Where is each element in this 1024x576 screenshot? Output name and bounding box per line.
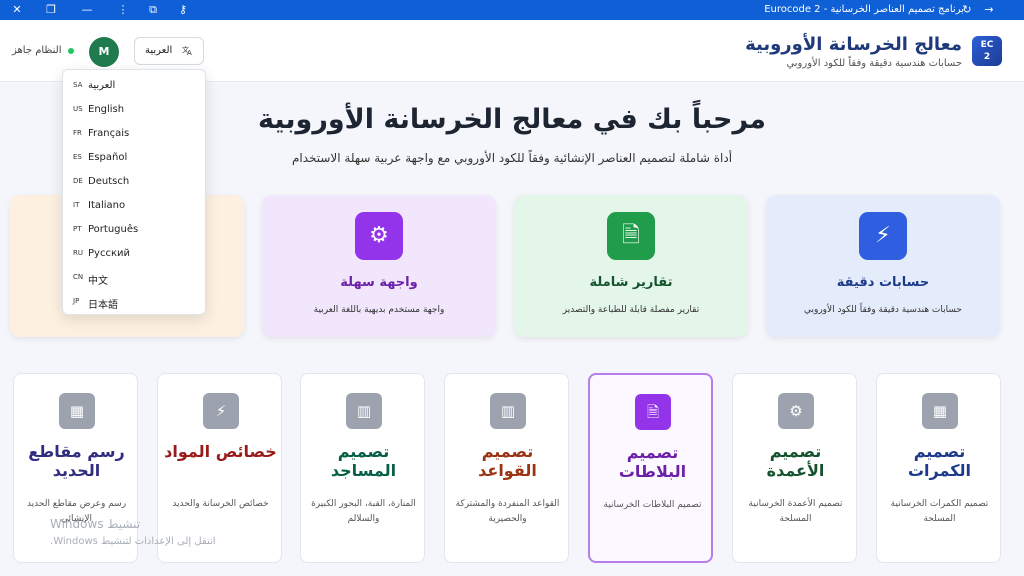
feature-card: ⚙ واجهة سهلة واجهة مستخدم بديهية باللغة ال… <box>262 195 496 337</box>
country-code: FR <box>73 129 82 137</box>
language-name: Italiano <box>88 200 126 211</box>
module-title: رسم مقاطع الحديد <box>28 442 125 480</box>
country-code: RU <box>73 249 83 257</box>
module-title: تصميم البلاطات <box>618 443 687 481</box>
gear-icon: ⚙ <box>778 393 814 429</box>
module-card[interactable]: ⚙ تصميم الأعمدة تصميم الأعمدة الخرسانية ال… <box>732 373 857 563</box>
language-name: العربية <box>88 80 116 91</box>
app-logo: EC 2 <box>972 36 1002 66</box>
minimize-icon[interactable]: — <box>78 2 96 18</box>
feature-title: تقارير شاملة <box>589 275 673 290</box>
forward-icon[interactable]: → <box>980 2 998 18</box>
feature-description: واجهة مستخدم بديهية باللغة العربية <box>313 305 445 315</box>
module-description: المنارة، القبة، البحور الكبيرة والسلالم <box>311 499 416 524</box>
document-icon: 🗎 <box>635 394 671 430</box>
window-titlebar: ✕ ❐ — ⋮ ⧉ ⚷ برنامج تصميم العناصر الخرسان… <box>0 0 1024 20</box>
language-name: Deutsch <box>88 176 130 187</box>
feature-description: تقارير مفصلة قابلة للطباعة والتصدير <box>562 305 700 315</box>
country-code: JP <box>73 297 80 305</box>
module-title: تصميم المساجد <box>330 442 397 480</box>
language-option[interactable]: ES Español <box>63 146 205 170</box>
module-title: تصميم القواعد <box>478 442 537 480</box>
avatar[interactable]: M <box>89 37 119 67</box>
close-icon[interactable]: ✕ <box>8 2 26 18</box>
language-option[interactable]: DE Deutsch <box>63 170 205 194</box>
refresh-icon[interactable]: ↻ <box>958 2 976 18</box>
module-card[interactable]: ▥ تصميم القواعد القواعد المنفردة والمشتركة… <box>444 373 569 563</box>
windows-activation-title: تنشيط Windows <box>50 517 141 531</box>
translate-icon: 文A <box>182 44 194 59</box>
app-subtitle: حسابات هندسية دقيقة وفقاً للكود الأوروبي <box>786 58 962 69</box>
language-name: English <box>88 104 125 115</box>
logo-text: EC <box>980 40 994 50</box>
status-dot <box>68 48 74 54</box>
language-button-label: العربية <box>145 45 173 56</box>
language-name: Português <box>88 224 139 235</box>
module-card[interactable]: 🗎 تصميم البلاطات تصميم البلاطات الخرسانية <box>588 373 713 563</box>
extension-icon[interactable]: ⧉ <box>144 2 162 18</box>
language-name: 中文 <box>88 276 108 287</box>
language-option[interactable]: RU Русский <box>63 242 205 266</box>
language-name: 日本語 <box>88 300 118 311</box>
app-title: معالج الخرسانة الأوروبية <box>745 34 962 55</box>
module-description: تصميم البلاطات الخرسانية <box>603 500 702 510</box>
calculator-icon: ▦ <box>922 393 958 429</box>
language-name: Русский <box>88 248 130 259</box>
module-title: تصميم الكمرات <box>907 442 972 480</box>
calculator-icon: ▦ <box>59 393 95 429</box>
module-card[interactable]: ▦ تصميم الكمرات تصميم الكمرات الخرسانية ال… <box>876 373 1001 563</box>
feature-title: واجهة سهلة <box>340 275 418 290</box>
key-icon[interactable]: ⚷ <box>174 2 192 18</box>
building-icon: ▥ <box>346 393 382 429</box>
building-icon: ▥ <box>490 393 526 429</box>
system-status: النظام جاهز <box>12 45 62 56</box>
language-option[interactable]: FR Français <box>63 122 205 146</box>
module-card[interactable]: ▦ رسم مقاطع الحديد رسم وعرض مقاطع الحديد ا… <box>13 373 138 563</box>
module-description: تصميم الأعمدة الخرسانية المسلحة <box>748 499 843 524</box>
language-option[interactable]: CN 中文 <box>63 266 205 290</box>
language-button[interactable]: العربية 文A <box>134 37 204 65</box>
country-code: DE <box>73 177 83 185</box>
feature-title: حسابات دقيقة <box>836 275 930 290</box>
bolt-icon: ⚡ <box>203 393 239 429</box>
language-name: Français <box>88 128 130 139</box>
country-code: CN <box>73 273 84 281</box>
module-card[interactable]: ⚡ خصائص المواد خصائص الخرسانة والحديد <box>157 373 282 563</box>
window-title: برنامج تصميم العناصر الخرسانية - Eurocod… <box>764 4 964 15</box>
feature-description: حسابات هندسية دقيقة وفقاً للكود الأوروبي <box>803 305 962 315</box>
module-description: تصميم الكمرات الخرسانية المسلحة <box>890 499 989 524</box>
country-code: US <box>73 105 83 113</box>
language-option[interactable]: SA العربية <box>63 74 205 98</box>
document-icon: 🗎 <box>607 212 655 260</box>
language-name: Español <box>88 152 128 163</box>
module-card[interactable]: ▥ تصميم المساجد المنارة، القبة، البحور الك… <box>300 373 425 563</box>
language-option[interactable]: PT Português <box>63 218 205 242</box>
country-code: ES <box>73 153 82 161</box>
language-option[interactable]: US English <box>63 98 205 122</box>
language-option[interactable]: IT Italiano <box>63 194 205 218</box>
feature-card: 🗎 تقارير شاملة تقارير مفصلة قابلة للطباعة … <box>514 195 748 337</box>
country-code: SA <box>73 81 83 89</box>
module-description: خصائص الخرسانة والحديد <box>172 499 269 509</box>
logo-number: 2 <box>983 52 991 62</box>
module-description: القواعد المنفردة والمشتركة والحصيرية <box>455 499 560 524</box>
svg-text:A: A <box>187 49 192 56</box>
module-title: تصميم الأعمدة <box>766 442 825 480</box>
bolt-icon: ⚡ <box>859 212 907 260</box>
language-menu: SA العربية US English FR Français ES Español DE D… <box>62 69 206 315</box>
feature-card: ⚡ حسابات دقيقة حسابات هندسية دقيقة وفقاً ل… <box>766 195 1000 337</box>
restore-icon[interactable]: ❐ <box>42 2 60 18</box>
windows-activation-hint: انتقل إلى الإعدادات لتنشيط Windows. <box>50 536 216 547</box>
more-options-icon[interactable]: ⋮ <box>114 2 132 18</box>
gear-icon: ⚙ <box>355 212 403 260</box>
language-option[interactable]: JP 日本語 <box>63 290 205 314</box>
country-code: IT <box>73 201 80 209</box>
country-code: PT <box>73 225 82 233</box>
module-title: خصائص المواد <box>164 442 277 461</box>
